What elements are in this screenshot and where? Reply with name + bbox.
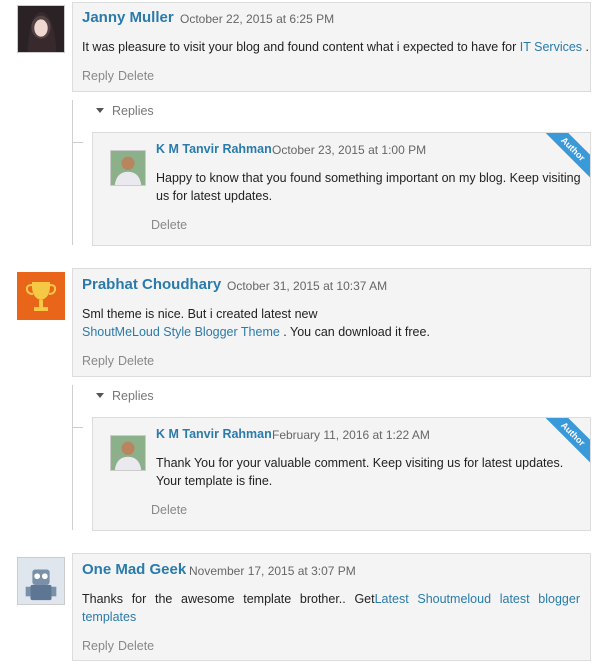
comment-author[interactable]: Janny Muller [82, 9, 174, 26]
caret-down-icon [96, 393, 104, 398]
replies-label: Replies [112, 104, 154, 118]
comment-text: Sml theme is nice. But i created latest … [82, 305, 587, 341]
thread-connector [73, 427, 83, 428]
comment-text-before: Thanks for the awesome template brother.… [82, 592, 375, 606]
thread-connector [73, 142, 83, 143]
reply-date[interactable]: February 11, 2016 at 1:22 AM [272, 428, 430, 442]
comment-link[interactable]: ShoutMeLoud Style Blogger Theme [82, 325, 280, 339]
reply-button[interactable]: Reply [82, 69, 114, 83]
avatar [110, 150, 146, 186]
avatar [17, 5, 65, 53]
reply-button[interactable]: Reply [82, 354, 114, 368]
comment-text-after: . You can download it free. [279, 325, 430, 339]
thread-line [72, 385, 73, 530]
comment-link[interactable]: IT Services [520, 40, 582, 54]
comment-date[interactable]: October 22, 2015 at 6:25 PM [180, 12, 334, 26]
reply-button[interactable]: Reply [82, 639, 114, 653]
avatar [110, 435, 146, 471]
caret-down-icon [96, 108, 104, 113]
thread-line [72, 100, 73, 245]
comment-text-after: . [582, 40, 590, 54]
comment-text: Thanks for the awesome template brother.… [82, 590, 580, 626]
comment-author[interactable]: One Mad Geek [82, 561, 186, 578]
delete-button[interactable]: Delete [151, 218, 187, 232]
delete-button[interactable]: Delete [118, 354, 154, 368]
reply-date[interactable]: October 23, 2015 at 1:00 PM [272, 143, 426, 157]
reply-text: Happy to know that you found something i… [156, 171, 581, 203]
comment-date[interactable]: November 17, 2015 at 3:07 PM [189, 564, 356, 578]
replies-label: Replies [112, 389, 154, 403]
avatar [17, 557, 65, 605]
reply-author[interactable]: K M Tanvir Rahman [156, 427, 272, 441]
reply-text: Thank You for your valuable comment. Kee… [156, 456, 564, 488]
reply-author[interactable]: K M Tanvir Rahman [156, 142, 272, 156]
comment-text: It was pleasure to visit your blog and f… [82, 38, 592, 56]
avatar [17, 272, 65, 320]
replies-toggle[interactable]: Replies [96, 104, 154, 118]
delete-button[interactable]: Delete [118, 639, 154, 653]
comment-text-before: Sml theme is nice. But i created latest … [82, 307, 318, 321]
comment-date[interactable]: October 31, 2015 at 10:37 AM [227, 279, 387, 293]
delete-button[interactable]: Delete [118, 69, 154, 83]
delete-button[interactable]: Delete [151, 503, 187, 517]
replies-toggle[interactable]: Replies [96, 389, 154, 403]
comment-author[interactable]: Prabhat Choudhary [82, 276, 221, 293]
comment-text-before: It was pleasure to visit your blog and f… [82, 40, 520, 54]
